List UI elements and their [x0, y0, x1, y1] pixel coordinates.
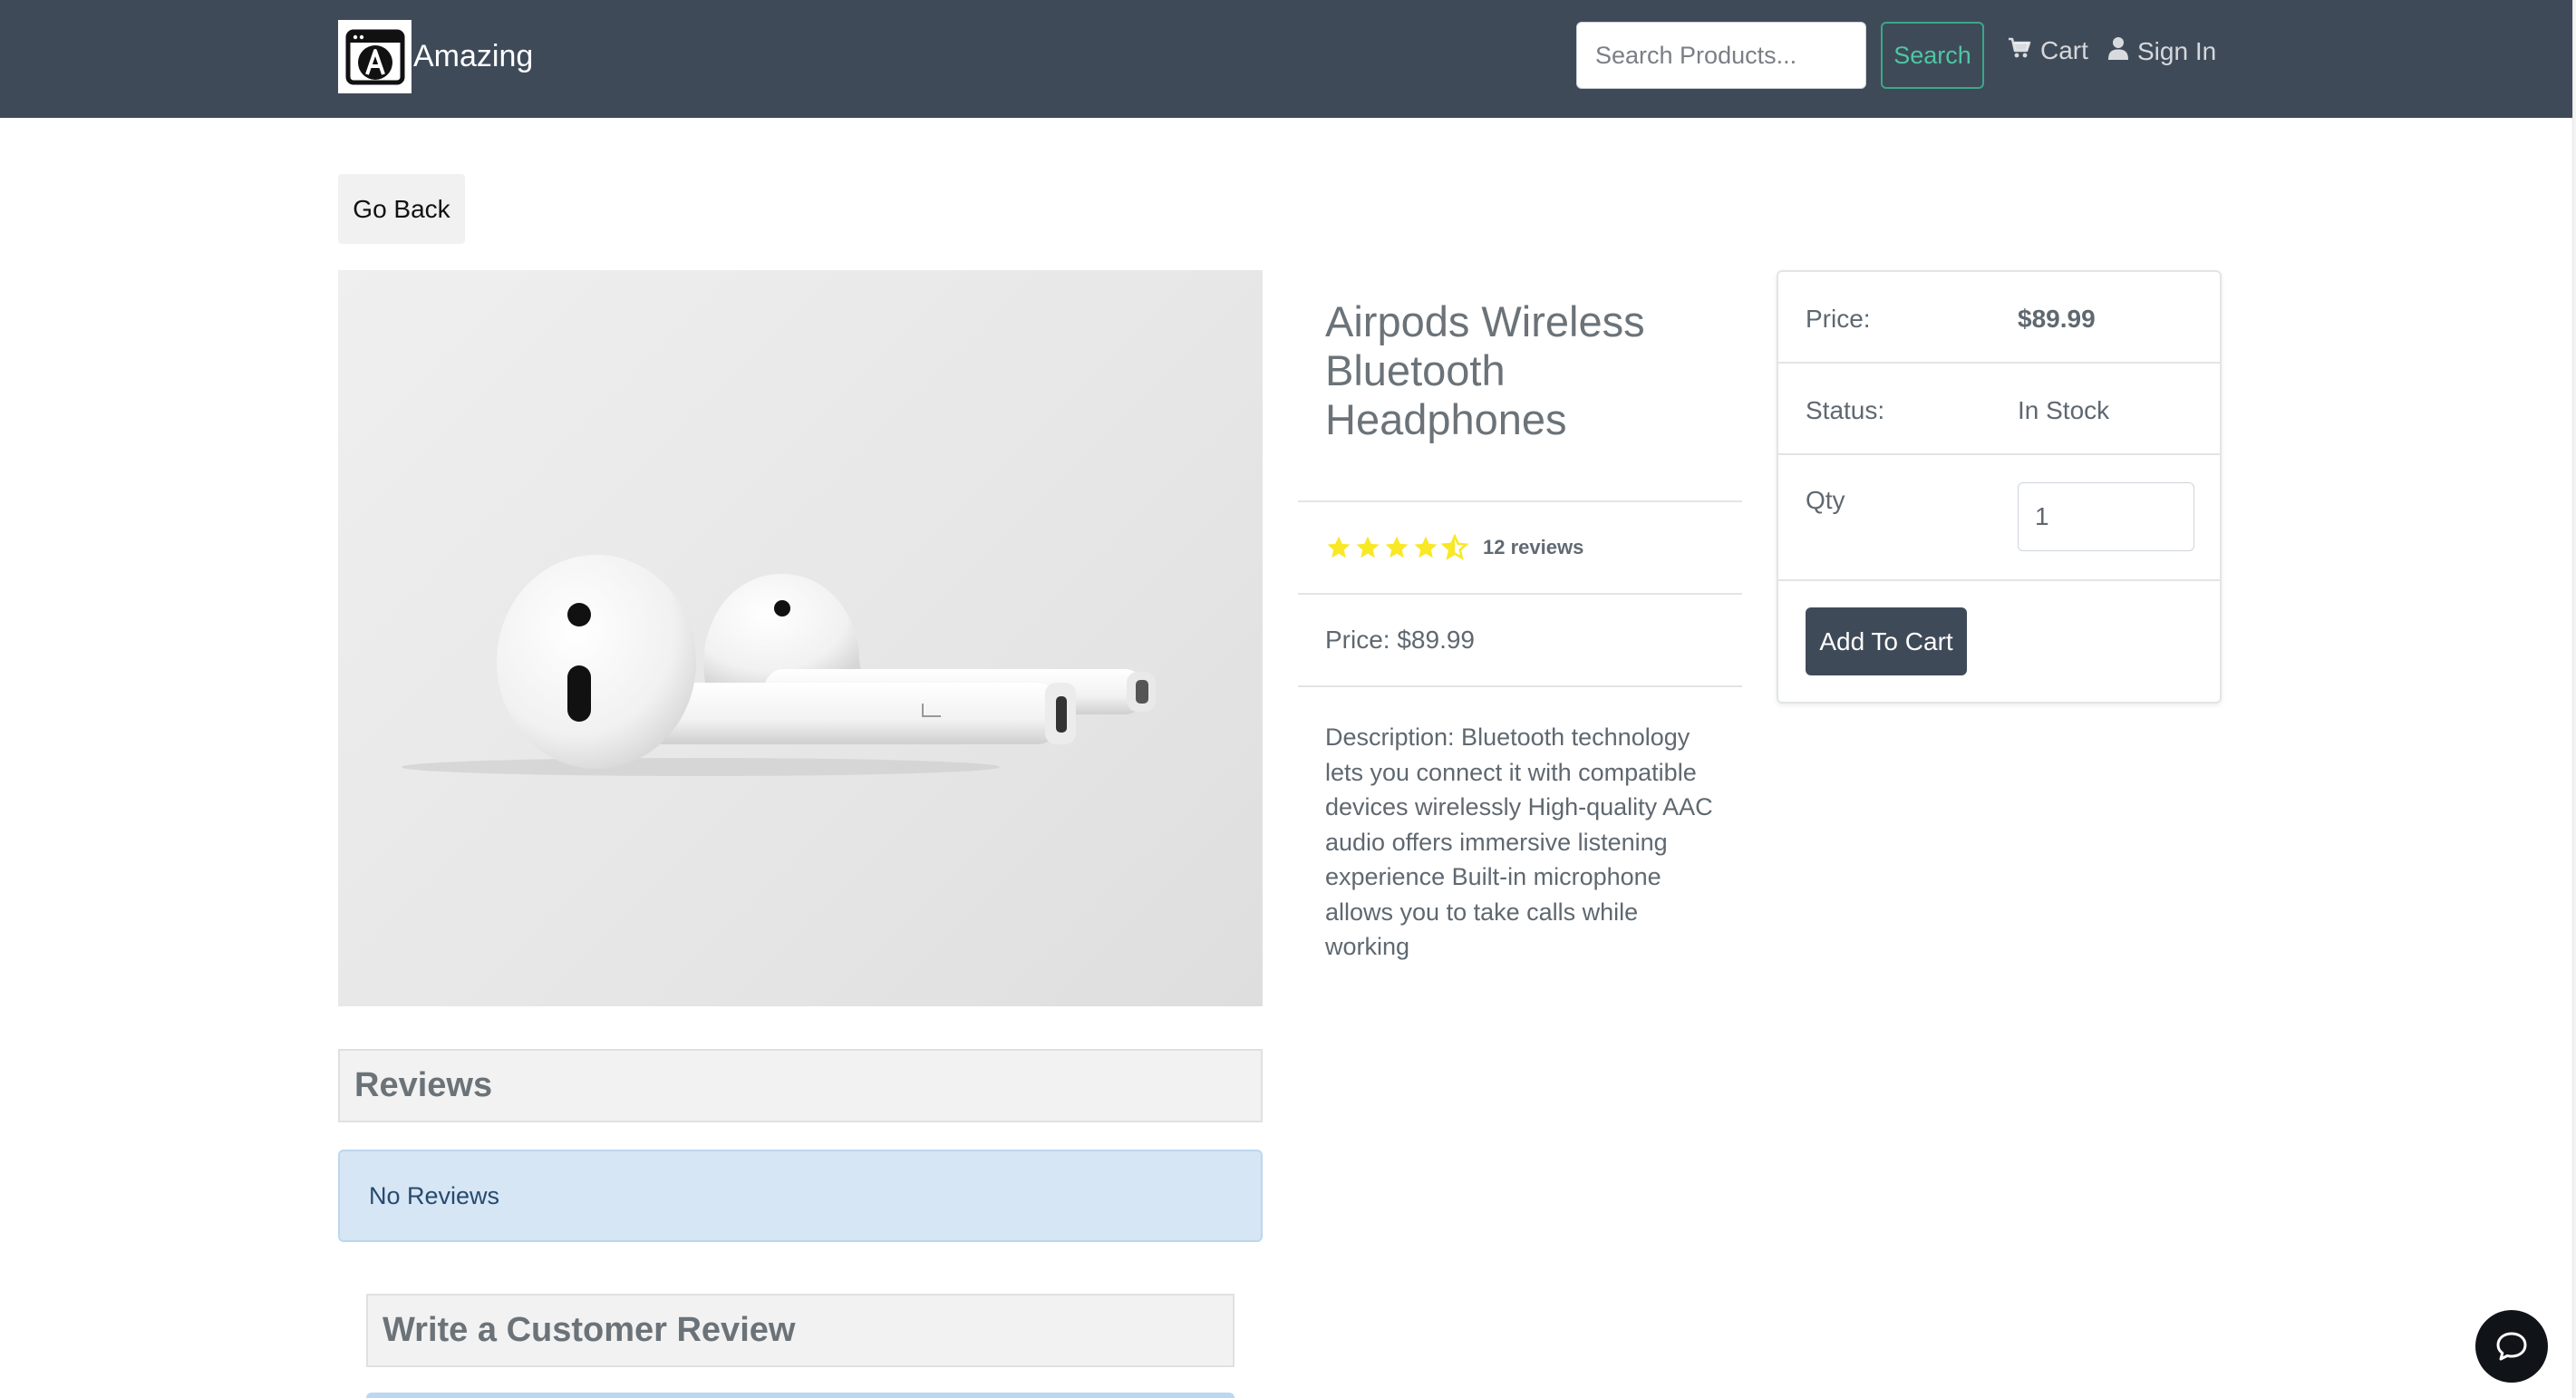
cart-label: Cart: [2040, 36, 2088, 64]
cart-link[interactable]: Cart: [2008, 36, 2088, 65]
sign-in-link[interactable]: Sign In: [2108, 36, 2216, 66]
chat-button[interactable]: [2475, 1310, 2548, 1383]
product-info: Airpods Wireless Bluetooth Headphones 12…: [1298, 270, 1742, 965]
no-reviews-message: No Reviews: [338, 1150, 1263, 1242]
qty-label: Qty: [1806, 486, 1845, 514]
scrollbar[interactable]: [2572, 0, 2576, 1398]
star-icon: [1327, 536, 1351, 558]
search-input[interactable]: [1576, 22, 1866, 89]
card-status-row: Status: In Stock: [1778, 364, 2220, 455]
qty-field[interactable]: [2018, 482, 2194, 551]
product-rating: 12 reviews: [1298, 502, 1742, 593]
purchase-card: Price: $89.99 Status: In Stock Qty Add T…: [1777, 270, 2222, 704]
star-icon: [1414, 536, 1438, 558]
product-image: [338, 270, 1263, 1006]
write-review-heading: Write a Customer Review: [366, 1294, 1235, 1367]
user-icon: [2108, 36, 2128, 66]
product-title: Airpods Wireless Bluetooth Headphones: [1325, 297, 1645, 443]
card-price-row: Price: $89.99: [1778, 272, 2220, 364]
go-back-button[interactable]: Go Back: [338, 174, 465, 244]
reviews-count: 12 reviews: [1483, 536, 1584, 558]
star-icon: [1356, 536, 1380, 558]
status-value: In Stock: [2018, 396, 2110, 424]
product-price: Price: $89.99: [1325, 626, 1475, 654]
status-label: Status:: [1806, 396, 1885, 424]
sign-in-label: Sign In: [2137, 36, 2217, 65]
star-icon: [1385, 536, 1409, 558]
search-button[interactable]: Search: [1881, 22, 1984, 89]
price-value: $89.99: [2018, 305, 2096, 333]
chat-icon: [2496, 1332, 2527, 1361]
star-half-icon: [1441, 534, 1468, 560]
amazing-logo-icon: [338, 20, 412, 93]
price-label: Price:: [1806, 305, 1871, 333]
write-review-alert: [366, 1393, 1235, 1398]
reviews-heading: Reviews: [338, 1049, 1263, 1122]
navbar: Amazing Search Cart Sign In: [0, 0, 2572, 118]
brand-name[interactable]: Amazing: [413, 39, 533, 74]
cart-icon: [2008, 36, 2031, 65]
product-description: Description: Bluetooth technology lets y…: [1325, 723, 1713, 960]
rating-stars: [1325, 534, 1468, 561]
add-to-cart-button[interactable]: Add To Cart: [1806, 607, 1967, 675]
brand-link[interactable]: Amazing: [338, 20, 533, 93]
divider: [1778, 579, 2220, 581]
